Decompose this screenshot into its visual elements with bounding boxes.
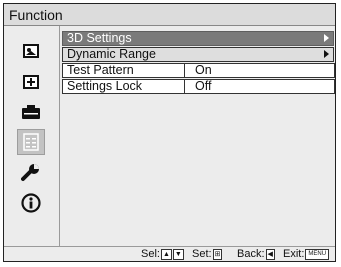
function-icon bbox=[23, 133, 39, 151]
screen-icon bbox=[23, 75, 39, 89]
back-hint: Back: ◀ bbox=[237, 248, 275, 261]
left-arrow-key-icon: ◀ bbox=[265, 249, 275, 260]
info-icon bbox=[21, 193, 41, 213]
value-text: On bbox=[195, 63, 212, 77]
test-pattern-value[interactable]: On bbox=[184, 63, 335, 78]
function-menu-window: Function 3D Settings Dynamic Range Test … bbox=[3, 3, 336, 262]
up-arrow-key-icon: ▲ bbox=[160, 249, 172, 260]
menu-item-dynamic-range[interactable]: Dynamic Range bbox=[62, 47, 334, 62]
projector-icon bbox=[22, 105, 40, 119]
exit-label: Exit: bbox=[283, 248, 305, 260]
menu-item-label: Test Pattern bbox=[67, 63, 134, 77]
down-arrow-key-icon: ▼ bbox=[172, 249, 184, 260]
select-hint: Sel: ▲ ▼ bbox=[141, 248, 184, 261]
status-bar: Sel: ▲ ▼ Set: ⊞ Back: ◀ Exit: MENU bbox=[4, 246, 335, 261]
menu-item-label: Settings Lock bbox=[67, 79, 143, 93]
sidebar-item-installation[interactable] bbox=[17, 99, 45, 125]
enter-key-icon: ⊞ bbox=[212, 249, 223, 260]
menu-item-3d-settings[interactable]: 3D Settings bbox=[62, 31, 334, 46]
title-bar: Function bbox=[4, 4, 335, 26]
menu-item-label: Dynamic Range bbox=[67, 47, 156, 61]
wrench-icon bbox=[21, 164, 39, 181]
sidebar-item-setup[interactable] bbox=[17, 160, 45, 186]
value-text: Off bbox=[195, 79, 212, 93]
menu-item-settings-lock[interactable]: Settings Lock Off bbox=[62, 79, 335, 94]
menu-title: Function bbox=[9, 7, 63, 23]
select-label: Sel: bbox=[141, 248, 160, 260]
back-label: Back: bbox=[237, 248, 265, 260]
settings-lock-value[interactable]: Off bbox=[184, 79, 335, 94]
menu-key-label: MENU bbox=[305, 249, 330, 260]
set-hint: Set: ⊞ bbox=[192, 248, 223, 261]
sidebar-item-picture[interactable] bbox=[17, 38, 45, 64]
menu-item-test-pattern[interactable]: Test Pattern On bbox=[62, 63, 335, 78]
picture-icon bbox=[23, 44, 39, 58]
menu-item-label: 3D Settings bbox=[67, 31, 132, 45]
sidebar-item-information[interactable] bbox=[17, 190, 45, 216]
exit-hint: Exit: MENU bbox=[283, 248, 330, 261]
set-label: Set: bbox=[192, 248, 212, 260]
sidebar-item-function[interactable] bbox=[17, 129, 45, 155]
chevron-right-icon bbox=[324, 34, 329, 42]
sidebar bbox=[4, 26, 60, 246]
chevron-right-icon bbox=[324, 50, 329, 58]
sidebar-item-screen[interactable] bbox=[17, 69, 45, 95]
